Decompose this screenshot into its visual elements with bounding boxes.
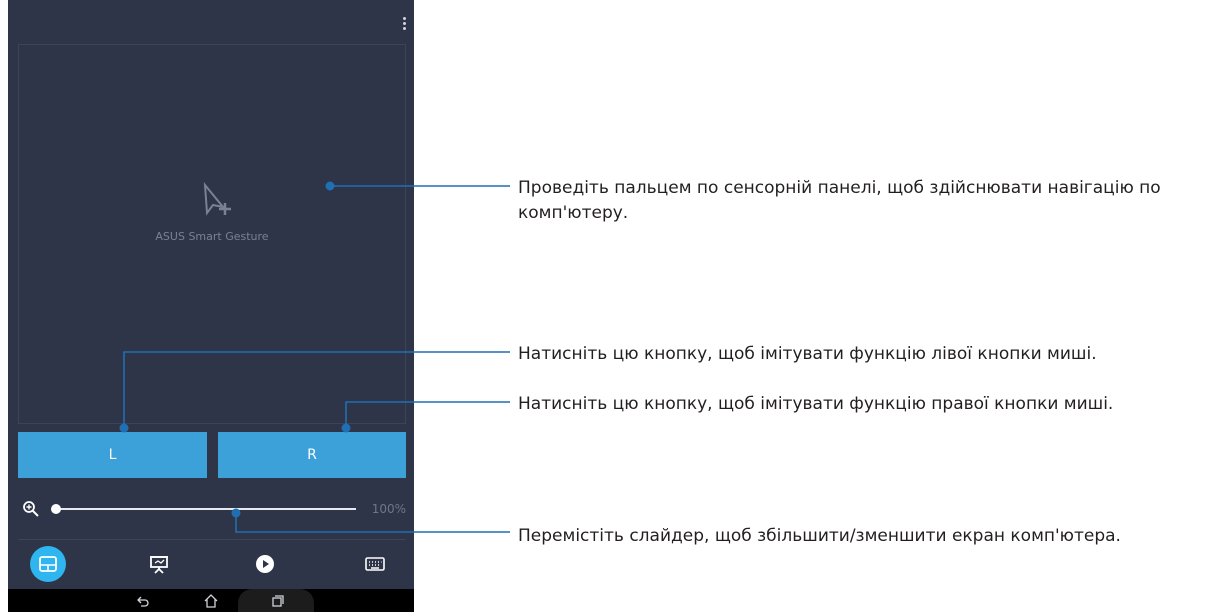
right-click-button[interactable]: R — [218, 432, 406, 478]
callout-touchpad: Проведіть пальцем по сенсорній панелі, щ… — [518, 178, 1161, 223]
touchpad-area[interactable]: ASUS Smart Gesture — [18, 44, 406, 424]
tab-touchpad[interactable] — [30, 546, 66, 582]
home-icon — [204, 593, 218, 608]
phone-screen: ASUS Smart Gesture L R 100% — [8, 0, 414, 612]
zoom-in-icon — [23, 501, 39, 517]
play-icon — [256, 555, 274, 573]
zoom-value: 100% — [371, 502, 406, 516]
touchpad-label: ASUS Smart Gesture — [155, 230, 269, 243]
top-bar — [8, 0, 414, 44]
zoom-slider-thumb[interactable] — [51, 504, 61, 514]
left-click-button[interactable]: L — [18, 432, 207, 478]
presentation-icon — [150, 556, 168, 574]
recents-button[interactable] — [263, 589, 293, 612]
callout-right-button: Натисніть цю кнопку, щоб імітувати функц… — [518, 394, 1114, 414]
divider — [18, 539, 406, 540]
callout-slider: Перемістіть слайдер, щоб збільшити/зменш… — [518, 526, 1121, 546]
tab-media[interactable] — [247, 546, 283, 582]
tab-keyboard[interactable] — [357, 546, 393, 582]
overflow-menu-icon[interactable] — [396, 12, 412, 34]
keyboard-icon — [365, 557, 385, 571]
zoom-slider-track[interactable] — [56, 508, 356, 510]
gesture-cursor-icon — [203, 181, 231, 216]
back-button[interactable] — [128, 589, 158, 612]
back-icon — [137, 596, 149, 607]
tab-presentation[interactable] — [141, 546, 177, 582]
system-nav-bar — [8, 589, 414, 612]
home-button[interactable] — [196, 589, 226, 612]
touchpad-icon — [39, 556, 57, 572]
callout-left-button: Натисніть цю кнопку, щоб імітувати функц… — [518, 344, 1097, 364]
recents-icon — [272, 594, 284, 607]
